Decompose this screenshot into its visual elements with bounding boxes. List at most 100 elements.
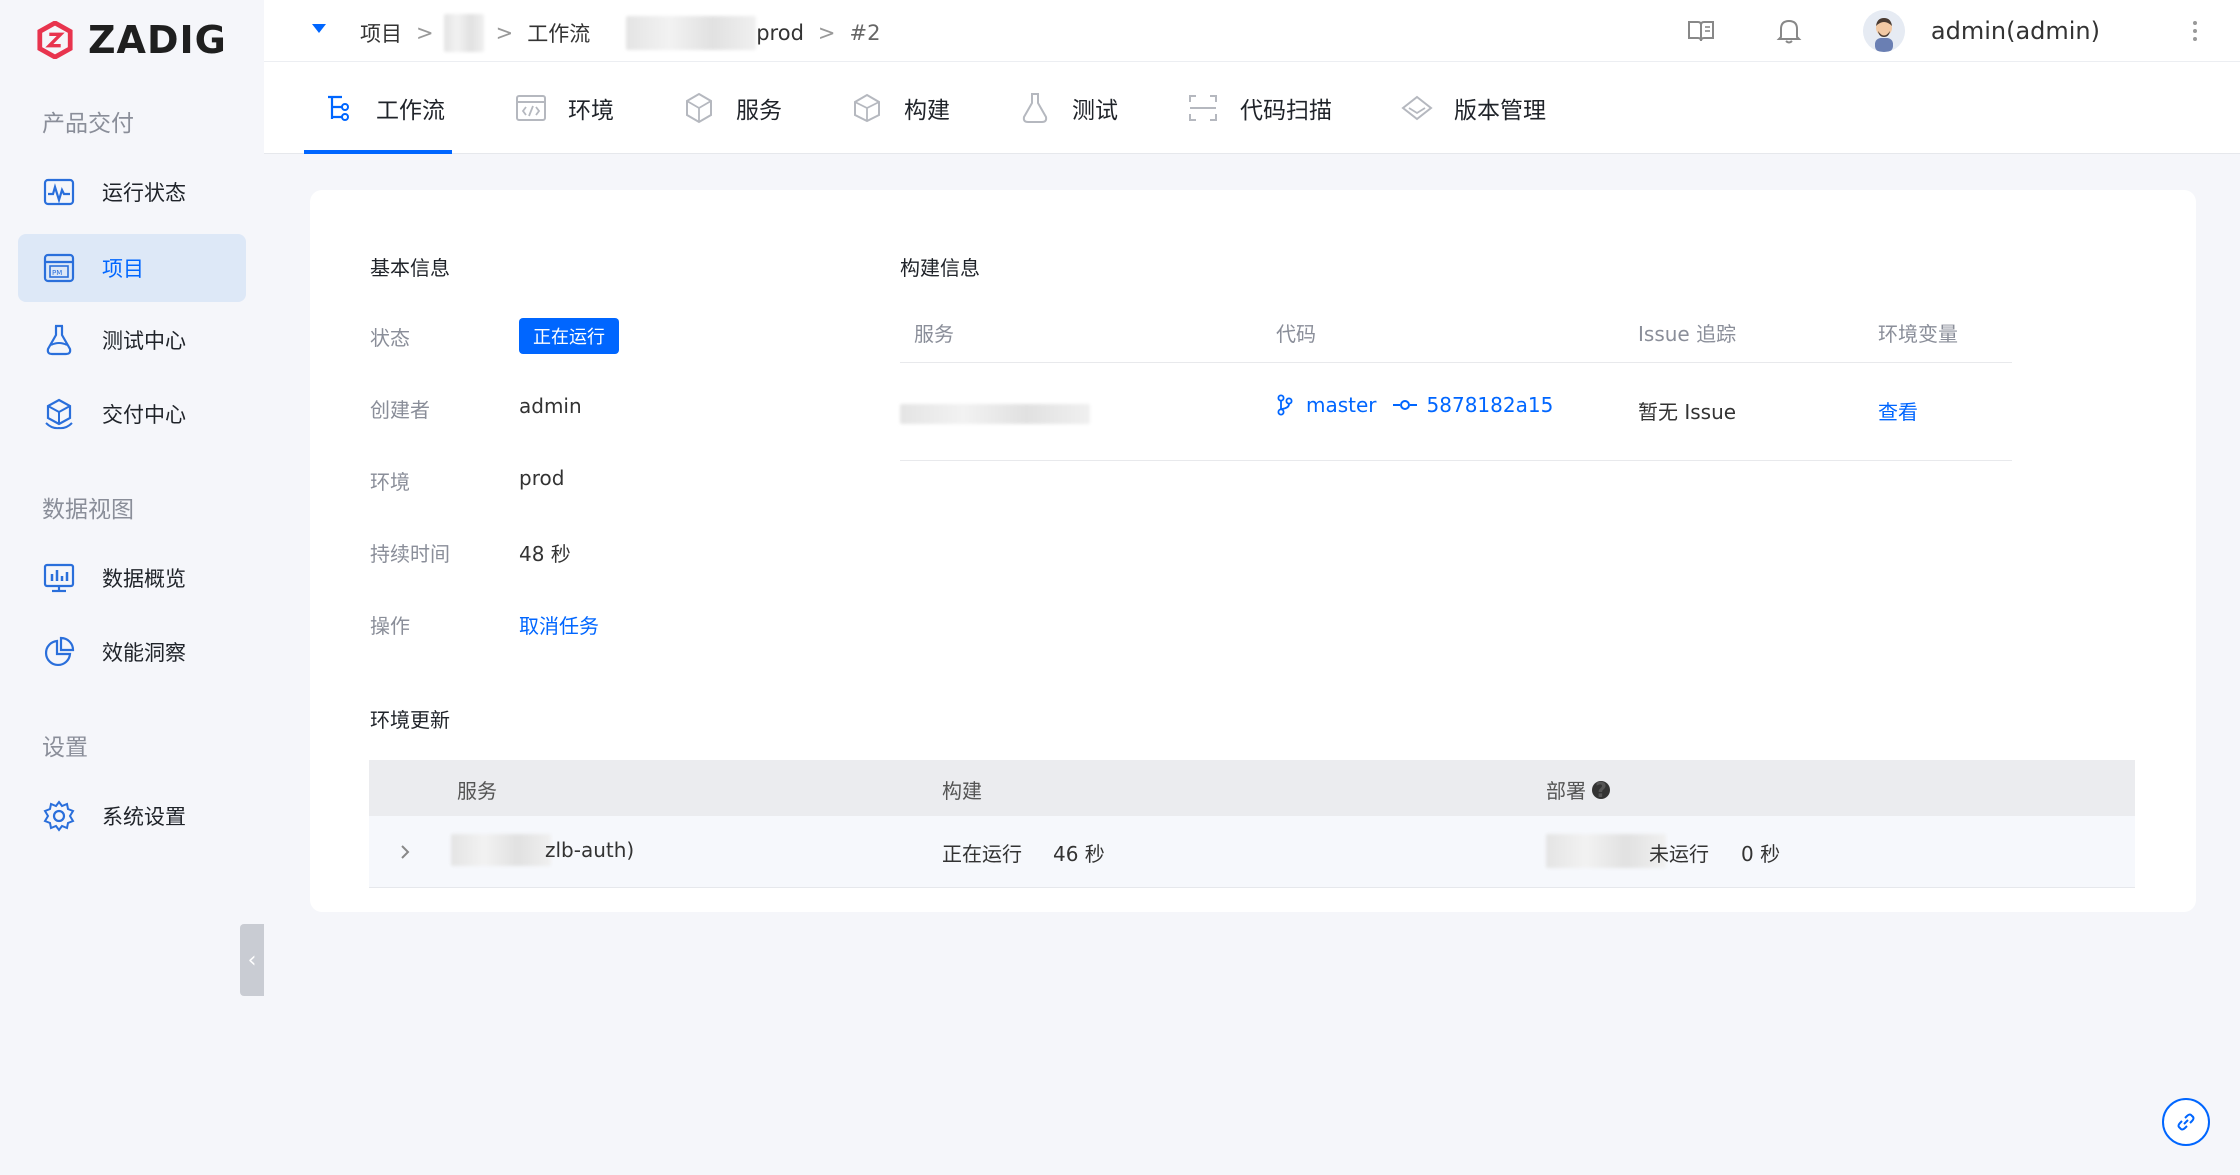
pulse-monitor-icon [43, 178, 75, 206]
env-header-deploy: 部署? [1546, 775, 1610, 804]
tab-services[interactable]: 服务 [682, 62, 782, 154]
issue-value: 暂无 Issue [1638, 400, 1737, 424]
chevron-right-icon[interactable] [399, 842, 411, 862]
cube-icon [854, 93, 880, 123]
creator-value: admin [519, 394, 582, 418]
build-header-issue: Issue 追踪 [1638, 322, 1737, 346]
build-header-code: 代码 [1276, 322, 1316, 346]
more-vertical-icon[interactable] [2192, 19, 2198, 43]
active-tab-indicator [304, 150, 452, 154]
help-icon[interactable]: ? [1592, 780, 1610, 800]
sidebar: ZADIG 产品交付 运行状态 PM 项目 测试中心 交付中心 数据视图 数据概… [0, 0, 264, 1175]
username[interactable]: admin(admin) [1931, 17, 2100, 45]
sidebar-item-test-center[interactable]: 测试中心 [18, 306, 246, 374]
docs-book-icon[interactable] [1685, 15, 1717, 47]
tab-label: 服务 [736, 98, 782, 124]
deploy-target-redacted [1546, 834, 1666, 868]
tab-label: 版本管理 [1454, 98, 1546, 124]
env-service-name-redacted [451, 834, 551, 866]
nav-section-delivery: 产品交付 [42, 111, 134, 137]
caret-down-icon[interactable] [312, 24, 326, 33]
cancel-task-link[interactable]: 取消任务 [519, 610, 599, 639]
zadig-logo-icon [37, 21, 73, 59]
build-table-divider [900, 460, 2012, 461]
sidebar-item-label: 项目 [102, 257, 144, 281]
flask-icon [1022, 93, 1048, 123]
creator-label: 创建者 [370, 398, 430, 422]
sidebar-item-delivery-center[interactable]: 交付中心 [18, 380, 246, 448]
env-vars-view-link[interactable]: 查看 [1878, 396, 1918, 425]
sidebar-item-label: 数据概览 [102, 567, 186, 591]
action-label: 操作 [370, 614, 410, 638]
sidebar-collapse-button[interactable]: ‹ [240, 924, 264, 996]
gear-icon [43, 800, 75, 832]
sidebar-item-label: 运行状态 [102, 181, 186, 205]
top-right-actions: admin(admin) [1685, 0, 2240, 62]
sidebar-item-label: 测试中心 [102, 329, 186, 353]
breadcrumb-project-name-redacted[interactable] [443, 14, 484, 52]
build-status-link[interactable]: 正在运行 [942, 838, 1022, 867]
package-hand-icon [45, 398, 73, 430]
brand-name: ZADIG [88, 18, 227, 62]
sidebar-item-insights[interactable]: 效能洞察 [18, 618, 246, 686]
tab-code-scan[interactable]: 代码扫描 [1186, 62, 1332, 154]
task-detail-card: 基本信息 状态 正在运行 创建者 admin 环境 prod 持续时间 48 秒… [310, 190, 2196, 912]
code-env-icon [516, 95, 546, 121]
tab-label: 代码扫描 [1240, 98, 1332, 124]
svg-text:PM: PM [52, 269, 62, 277]
table-row[interactable]: zlb-auth) 正在运行 46 秒 未运行 0 秒 [369, 816, 2135, 888]
pie-chart-icon [44, 636, 75, 667]
branch-link[interactable]: master [1306, 393, 1377, 417]
sidebar-item-label: 系统设置 [102, 805, 186, 829]
tab-release-management[interactable]: 版本管理 [1400, 62, 1546, 154]
breadcrumb-projects[interactable]: 项目 [360, 18, 402, 48]
link-icon [2177, 1113, 2195, 1131]
build-header-env-vars: 环境变量 [1878, 322, 1958, 346]
tab-environment[interactable]: 环境 [514, 62, 614, 154]
breadcrumb-workflows[interactable]: 工作流 [527, 18, 590, 48]
basic-info-title: 基本信息 [370, 256, 450, 280]
deploy-duration: 0 秒 [1741, 842, 1781, 866]
commit-link[interactable]: 5878182a15 [1427, 393, 1554, 417]
env-header-deploy-label: 部署 [1546, 779, 1586, 803]
breadcrumb-workflow-name-redacted[interactable] [626, 16, 757, 50]
project-tabs: 工作流 环境 服务 构建 测试 代码扫描 版本管理 [264, 62, 2240, 154]
floating-link-button[interactable] [2162, 1098, 2210, 1146]
env-update-table-header: 服务 构建 部署? [369, 760, 2135, 816]
sidebar-item-status[interactable]: 运行状态 [18, 158, 246, 226]
sidebar-item-label: 效能洞察 [102, 641, 186, 665]
zadig-logo[interactable]: ZADIG [36, 18, 227, 62]
build-service-name-redacted [900, 404, 1090, 424]
sidebar-item-data-overview[interactable]: 数据概览 [18, 544, 246, 612]
deploy-status: 未运行 [1649, 842, 1709, 866]
build-header-service: 服务 [914, 322, 954, 346]
flask-icon [46, 324, 72, 356]
breadcrumb-task-number: #2 [849, 21, 881, 45]
env-header-build: 构建 [942, 779, 982, 803]
breadcrumb-separator: > [416, 21, 434, 45]
project-board-icon: PM [43, 253, 75, 283]
breadcrumb-workflow-env[interactable]: prod [756, 21, 804, 45]
user-avatar-icon [1862, 10, 1905, 52]
build-table-divider [900, 362, 2012, 363]
sidebar-item-system-settings[interactable]: 系统设置 [18, 782, 246, 850]
environment-value: prod [519, 466, 565, 490]
top-bar: 项目 > > 工作流 prod > #2 admin(admin) [264, 0, 2240, 62]
sidebar-item-projects[interactable]: PM 项目 [18, 234, 246, 302]
tab-build[interactable]: 构建 [850, 62, 950, 154]
bar-monitor-icon [43, 563, 75, 593]
sidebar-item-label: 交付中心 [102, 403, 186, 427]
status-badge: 正在运行 [519, 318, 619, 354]
tab-label: 环境 [568, 98, 614, 124]
tab-label: 测试 [1072, 98, 1118, 124]
env-update-title: 环境更新 [370, 708, 450, 732]
tab-workflow[interactable]: 工作流 [322, 62, 445, 154]
breadcrumb: 项目 > > 工作流 prod > #2 [360, 14, 880, 52]
cubes-icon [686, 92, 712, 124]
avatar[interactable] [1862, 10, 1905, 52]
tab-test[interactable]: 测试 [1018, 62, 1118, 154]
bell-icon[interactable] [1773, 15, 1805, 47]
breadcrumb-separator: > [817, 21, 836, 45]
build-code-cell: master 5878182a15 [1276, 393, 1553, 417]
tab-label: 构建 [904, 98, 950, 124]
